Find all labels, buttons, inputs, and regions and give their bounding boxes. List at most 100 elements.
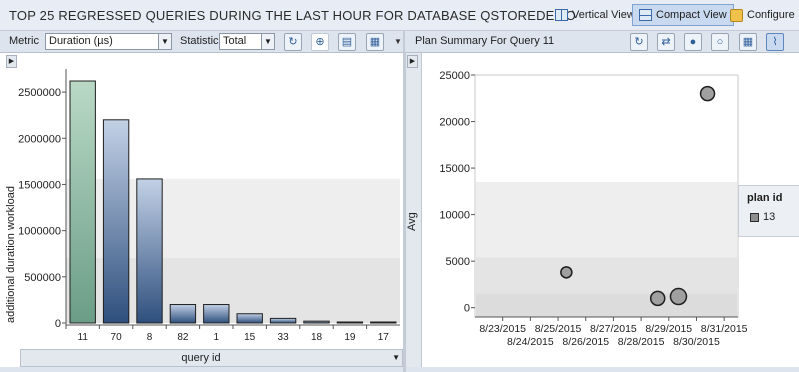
grid-view-button[interactable]: ▦ [739, 33, 757, 51]
configure-label: Configure [747, 9, 795, 21]
plan-summary-title: Plan Summary For Query 11 [415, 35, 555, 47]
x-tick-label: 8/27/2015 [590, 323, 637, 335]
x-tick-label: 8 [147, 332, 153, 343]
expand-icon[interactable]: ▶ [407, 55, 418, 68]
left-toolbar: Metric Duration (µs) ▼ Statistic Total ▼… [0, 31, 403, 53]
x-tick-label: 8/23/2015 [479, 323, 526, 335]
bar-11[interactable] [69, 80, 96, 324]
x-tick-label: 8/31/2015 [701, 323, 748, 335]
metric-label: Metric [9, 35, 39, 47]
bar-1[interactable] [203, 304, 230, 324]
right-chart-panel: ▶ Avg 0 5000 10000 15000 20000 25000 8/23/201… [405, 53, 799, 372]
vertical-view-label: Vertical View [572, 9, 635, 21]
vertical-view-icon [555, 9, 568, 21]
y-tick-label: 0 [464, 303, 470, 315]
layout-icon: ▦ [369, 36, 381, 48]
bar-18[interactable] [303, 320, 330, 324]
plot-band [476, 293, 737, 317]
left-chart-panel: ▶ additional duration workload 0 500000 10… [0, 53, 403, 372]
unforce-plan-button[interactable]: ○ [711, 33, 729, 51]
vertical-view-button[interactable]: Vertical View [548, 4, 642, 26]
x-tick-label: 70 [111, 332, 123, 343]
y-tick-label: 1000000 [18, 226, 61, 238]
refresh-icon: ↻ [634, 36, 644, 48]
statistic-dropdown[interactable]: Total ▼ [219, 33, 275, 50]
bar-chart: additional duration workload 0 500000 1000… [5, 69, 400, 343]
x-tick-label: 11 [78, 332, 89, 343]
y-axis-strip[interactable]: ▶ Avg [405, 53, 422, 367]
bar-8[interactable] [136, 178, 163, 324]
metric-value: Duration (µs) [49, 35, 113, 47]
x-axis-selector[interactable]: query id ▼ [20, 349, 403, 367]
view-query-button[interactable]: ▤ [338, 33, 356, 51]
bar-19[interactable] [336, 321, 364, 324]
bar-70[interactable] [102, 119, 130, 324]
title-bar: TOP 25 REGRESSED QUERIES DURING THE LAST… [0, 0, 799, 31]
compare-plans-icon: ⇄ [661, 36, 671, 48]
configure-icon [730, 8, 743, 22]
x-tick-label: 8/28/2015 [618, 336, 665, 348]
x-axis-title: query id [181, 352, 221, 364]
y-axis-title: additional duration workload [5, 186, 17, 323]
chart-view-icon: ⌇ [772, 36, 778, 48]
refresh-button-right[interactable]: ↻ [630, 33, 648, 51]
configure-button[interactable]: Configure [723, 4, 799, 26]
y-tick-label: 2000000 [18, 133, 61, 145]
force-plan-icon: ● [689, 36, 697, 48]
y-tick-label: 10000 [439, 210, 470, 222]
x-tick-label: 17 [378, 332, 390, 343]
bar-17[interactable] [370, 321, 397, 324]
x-tick-label: 82 [177, 332, 189, 343]
x-tick-label: 8/30/2015 [673, 336, 720, 348]
track-query-button[interactable]: ⊕ [311, 33, 329, 51]
chart-view-button[interactable]: ⌇ [766, 33, 784, 51]
bar-82[interactable] [169, 304, 197, 324]
compare-plans-button[interactable]: ⇄ [657, 33, 675, 51]
y-tick-label: 20000 [439, 117, 470, 129]
grid-view-icon: ▦ [742, 36, 754, 48]
refresh-icon: ↻ [288, 36, 298, 48]
layout-button[interactable]: ▦ [366, 33, 384, 51]
statistic-value: Total [223, 35, 247, 47]
data-point[interactable] [649, 290, 666, 307]
metric-dropdown[interactable]: Duration (µs) ▼ [45, 33, 172, 50]
refresh-button[interactable]: ↻ [284, 33, 302, 51]
x-tick-label: 8/26/2015 [562, 336, 609, 348]
legend-title: plan id [747, 192, 783, 204]
legend-swatch [750, 213, 759, 222]
data-point[interactable] [699, 85, 716, 102]
unforce-plan-icon: ○ [716, 36, 724, 48]
page-title: TOP 25 REGRESSED QUERIES DURING THE LAST… [9, 8, 576, 23]
x-tick-label: 8/29/2015 [645, 323, 692, 335]
window-icon: ▤ [341, 36, 353, 48]
chevron-down-icon: ▼ [261, 34, 274, 49]
x-tick-label: 19 [344, 332, 356, 343]
y-tick-label: 0 [55, 318, 61, 330]
compact-view-button[interactable]: Compact View [632, 4, 734, 26]
force-plan-button[interactable]: ● [684, 33, 702, 51]
chevron-down-icon: ▼ [392, 353, 400, 362]
target-icon: ⊕ [315, 36, 325, 48]
statistic-label: Statistic [180, 35, 219, 47]
toolbar-overflow-icon[interactable]: ▼ [394, 37, 402, 46]
bar-33[interactable] [269, 317, 297, 324]
legend-label[interactable]: 13 [763, 211, 775, 223]
y-tick-label: 1500000 [18, 179, 61, 191]
y-tick-label: 15000 [439, 163, 470, 175]
legend: plan id 13 [738, 185, 799, 237]
x-tick-label: 1 [214, 332, 220, 343]
bar-15[interactable] [236, 313, 263, 324]
data-point[interactable] [560, 266, 573, 279]
y-tick-label: 5000 [446, 256, 470, 268]
bottom-strip [405, 367, 799, 372]
x-tick-label: 8/25/2015 [535, 323, 582, 335]
bottom-strip [0, 367, 403, 372]
right-toolbar: Plan Summary For Query 11 ↻ ⇄ ● ○ ▦ ⌇ [404, 31, 799, 53]
x-tick-label: 33 [278, 332, 290, 343]
data-point[interactable] [669, 287, 688, 306]
y-tick-label: 25000 [439, 70, 470, 82]
y-tick-label: 2500000 [18, 87, 61, 99]
compact-view-icon [639, 9, 652, 21]
y-axis-title: Avg [406, 212, 418, 231]
x-tick-label: 15 [244, 332, 256, 343]
